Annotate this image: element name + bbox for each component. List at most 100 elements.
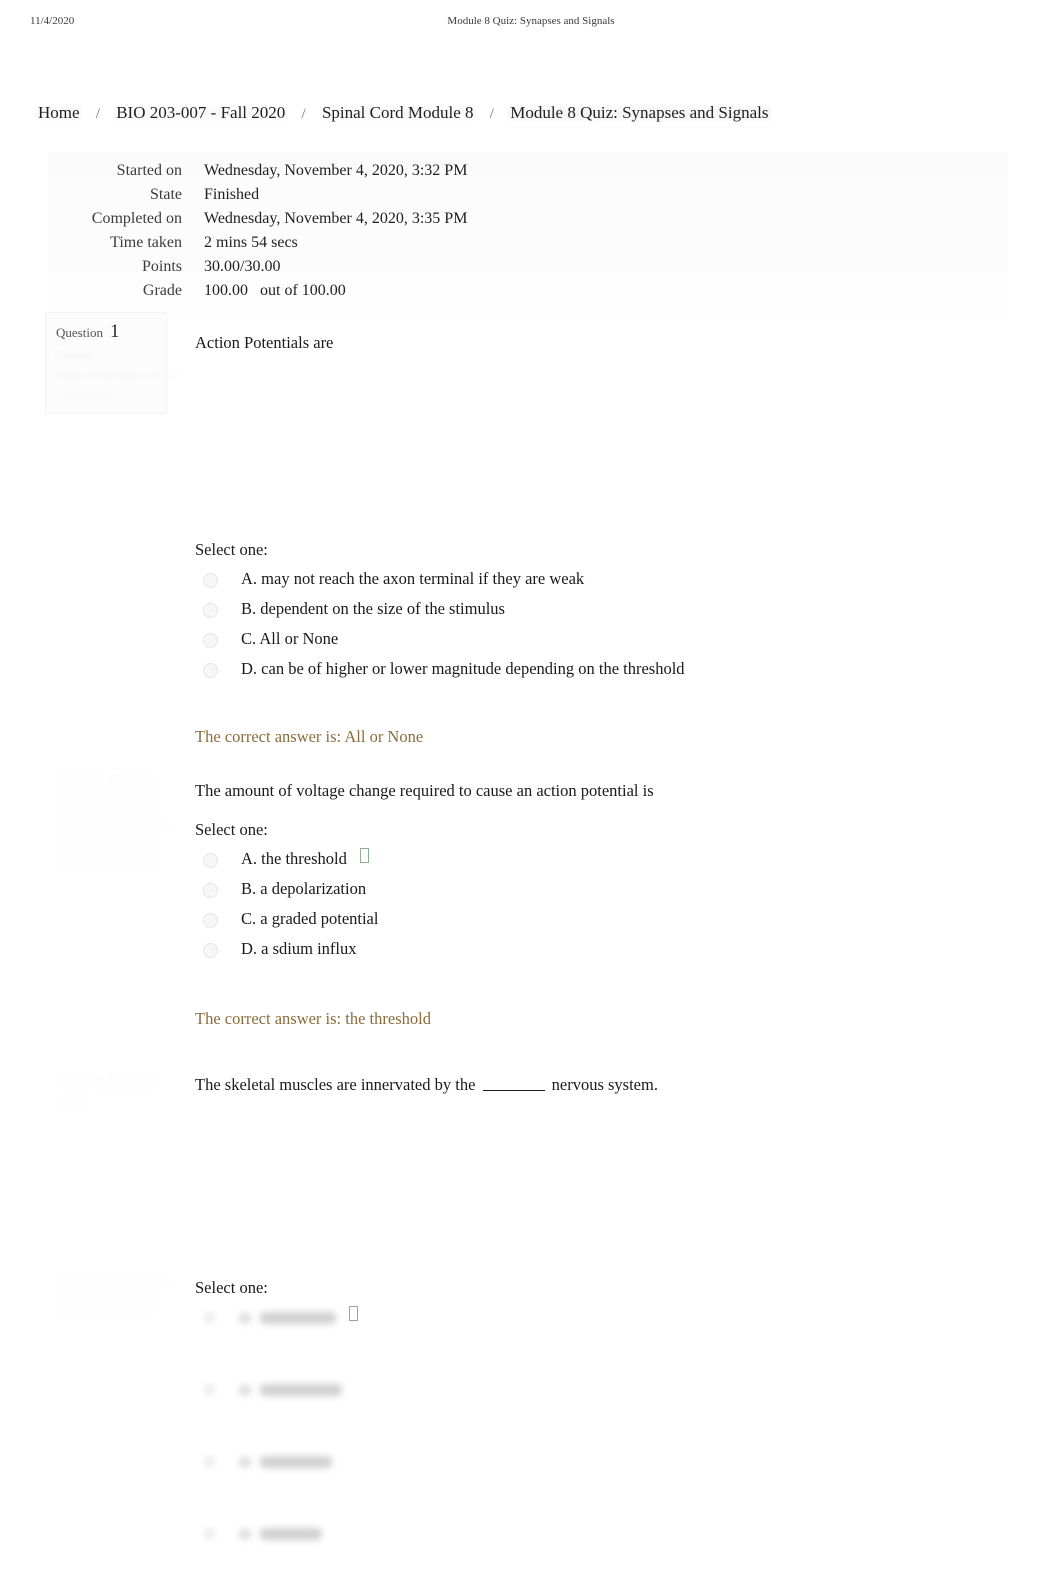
- answer-label: A. may not reach the axon terminal if th…: [241, 569, 585, 588]
- answer-label: C. a graded potential: [241, 909, 379, 928]
- answer-option-b[interactable]: B. a depolarization: [195, 878, 1015, 908]
- radio-button-icon[interactable]: [203, 603, 218, 618]
- answer-label: [239, 1378, 342, 1400]
- correct-check-icon: [349, 1306, 358, 1321]
- breadcrumb-separator: /: [301, 106, 306, 122]
- summary-value-grade: 100.00 out of 100.00: [204, 282, 346, 300]
- question-number-label: Question: [56, 1073, 103, 1088]
- summary-value: Wednesday, November 4, 2020, 3:35 PM: [204, 210, 468, 227]
- question-answers-3: Select one:: [195, 1260, 1015, 1594]
- question-body-1: Action Potentials are: [195, 332, 1015, 354]
- question-text-1: Action Potentials are: [195, 333, 334, 352]
- answer-option-a[interactable]: [195, 1306, 1015, 1378]
- breadcrumb-item-home[interactable]: Home: [36, 102, 82, 123]
- question-number-value: 3: [109, 1069, 120, 1090]
- radio-button-icon[interactable]: [203, 943, 218, 958]
- breadcrumb-item-course[interactable]: BIO 203-007 - Fall 2020: [114, 102, 288, 123]
- answer-label: D. can be of higher or lower magnitude d…: [241, 659, 685, 678]
- answer-label: [239, 1450, 332, 1472]
- radio-button-icon[interactable]: [203, 853, 218, 868]
- answer-option-c[interactable]: C. All or None: [195, 628, 1015, 658]
- answer-option-b[interactable]: [195, 1378, 1015, 1450]
- breadcrumb-separator: /: [95, 106, 100, 122]
- answer-label: B. dependent on the size of the stimulus: [241, 599, 505, 618]
- question-marks-3: Points 10.00 out of 10.00: [56, 1274, 178, 1288]
- radio-button-icon[interactable]: [203, 1455, 216, 1468]
- question-answers-1: Select one: A. may not reach the axon te…: [195, 522, 1015, 748]
- question-state-3: Correct: [56, 1096, 92, 1110]
- summary-value: 2 mins 54 secs: [204, 234, 298, 251]
- radio-button-icon[interactable]: [203, 883, 218, 898]
- question-number-label: Question: [56, 325, 103, 340]
- breadcrumb-separator: /: [489, 106, 494, 122]
- summary-label: State: [150, 186, 182, 203]
- attempt-summary: Started on Wednesday, November 4, 2020, …: [48, 152, 1008, 314]
- question-info-2: Question 2 Correct Points 10.00 out of 10…: [45, 762, 177, 880]
- question-text-after: nervous system.: [551, 1075, 658, 1094]
- question-info-1: Question 1 Correct Points 10.00 out of 10…: [45, 312, 178, 414]
- breadcrumb: Home / BIO 203-007 - Fall 2020 / Spinal …: [36, 102, 1016, 125]
- summary-row-grade: Grade 100.00 out of 100.00: [48, 282, 1008, 306]
- answer-option-d[interactable]: [195, 1522, 1015, 1594]
- grade-score: 100.00: [204, 282, 248, 299]
- radio-button-icon[interactable]: [203, 1383, 216, 1396]
- select-one-label-2: Select one:: [195, 820, 268, 839]
- summary-row-time-taken: Time taken 2 mins 54 secs: [48, 234, 1008, 258]
- summary-label: Started on: [116, 162, 182, 179]
- answer-option-d[interactable]: D. a sdium influx: [195, 938, 1015, 968]
- print-page-title: Module 8 Quiz: Synapses and Signals: [447, 15, 615, 27]
- answer-option-d[interactable]: D. can be of higher or lower magnitude d…: [195, 658, 1015, 688]
- summary-row-completed-on: Completed on Wednesday, November 4, 2020…: [48, 210, 1008, 234]
- radio-button-icon[interactable]: [203, 913, 218, 928]
- answer-option-b[interactable]: B. dependent on the size of the stimulus: [195, 598, 1015, 628]
- question-info-3-lower: Points 10.00 out of 10.00 Flag question: [45, 1260, 178, 1326]
- flag-question-3[interactable]: Flag question: [56, 1294, 156, 1309]
- answer-option-c[interactable]: [195, 1450, 1015, 1522]
- print-header: 11/4/2020 Module 8 Quiz: Synapses and Si…: [0, 15, 1062, 33]
- answer-list-1: A. may not reach the axon terminal if th…: [195, 568, 1015, 688]
- question-state-2: Correct: [56, 798, 92, 812]
- answer-label: A. the threshold: [241, 849, 347, 868]
- correct-answer-feedback-1: The correct answer is: All or None: [195, 727, 424, 746]
- breadcrumb-item-module[interactable]: Spinal Cord Module 8: [319, 102, 476, 123]
- question-body-2: The amount of voltage change required to…: [195, 780, 1015, 1030]
- radio-button-icon[interactable]: [203, 663, 218, 678]
- answer-list-3: [195, 1306, 1015, 1594]
- answer-option-a[interactable]: A. the threshold: [195, 848, 1015, 878]
- question-state-1: Correct: [56, 348, 92, 362]
- summary-value: Finished: [204, 186, 260, 203]
- radio-button-icon[interactable]: [203, 1311, 216, 1324]
- question-marks-1: Points 10.00 out of 10.00: [56, 368, 178, 382]
- summary-row-started-on: Started on Wednesday, November 4, 2020, …: [48, 162, 1008, 186]
- answer-option-c[interactable]: C. a graded potential: [195, 908, 1015, 938]
- summary-label: Completed on: [91, 210, 182, 227]
- question-text-before: The skeletal muscles are innervated by t…: [195, 1075, 476, 1094]
- question-number-2: Question 2: [56, 771, 156, 793]
- radio-button-icon[interactable]: [203, 1527, 216, 1540]
- question-number-value: 1: [109, 321, 120, 342]
- answer-label: C. All or None: [241, 629, 339, 648]
- answer-label: B. a depolarization: [241, 879, 367, 898]
- radio-button-icon[interactable]: [203, 573, 218, 588]
- question-text-3: The skeletal muscles are innervated by t…: [195, 1074, 1015, 1096]
- breadcrumb-item-quiz[interactable]: Module 8 Quiz: Synapses and Signals: [508, 102, 771, 123]
- select-one-label-3: Select one:: [195, 1278, 268, 1297]
- grade-out-of: out of 100.00: [260, 282, 346, 299]
- answer-label: [239, 1522, 322, 1544]
- question-text-2: The amount of voltage change required to…: [195, 781, 654, 800]
- radio-button-icon[interactable]: [203, 633, 218, 648]
- answer-option-a[interactable]: A. may not reach the axon terminal if th…: [195, 568, 1015, 598]
- flag-question-2[interactable]: Flag question: [56, 838, 156, 853]
- question-number-label: Question: [56, 775, 103, 790]
- answer-label: D. a sdium influx: [241, 939, 357, 958]
- summary-label-grade: Grade: [142, 282, 182, 299]
- summary-value: 30.00/30.00: [204, 258, 281, 275]
- answer-label: [239, 1306, 336, 1328]
- question-number-1: Question 1: [56, 321, 156, 343]
- flag-question-1[interactable]: Flag question: [56, 388, 156, 403]
- fill-in-blank: [482, 1077, 545, 1091]
- question-number-3: Question 3: [56, 1069, 156, 1091]
- question-info-3: Question 3 Correct: [45, 1060, 167, 1110]
- answer-list-2: A. the threshold B. a depolarization C. …: [195, 848, 1015, 968]
- select-one-label-1: Select one:: [195, 540, 268, 559]
